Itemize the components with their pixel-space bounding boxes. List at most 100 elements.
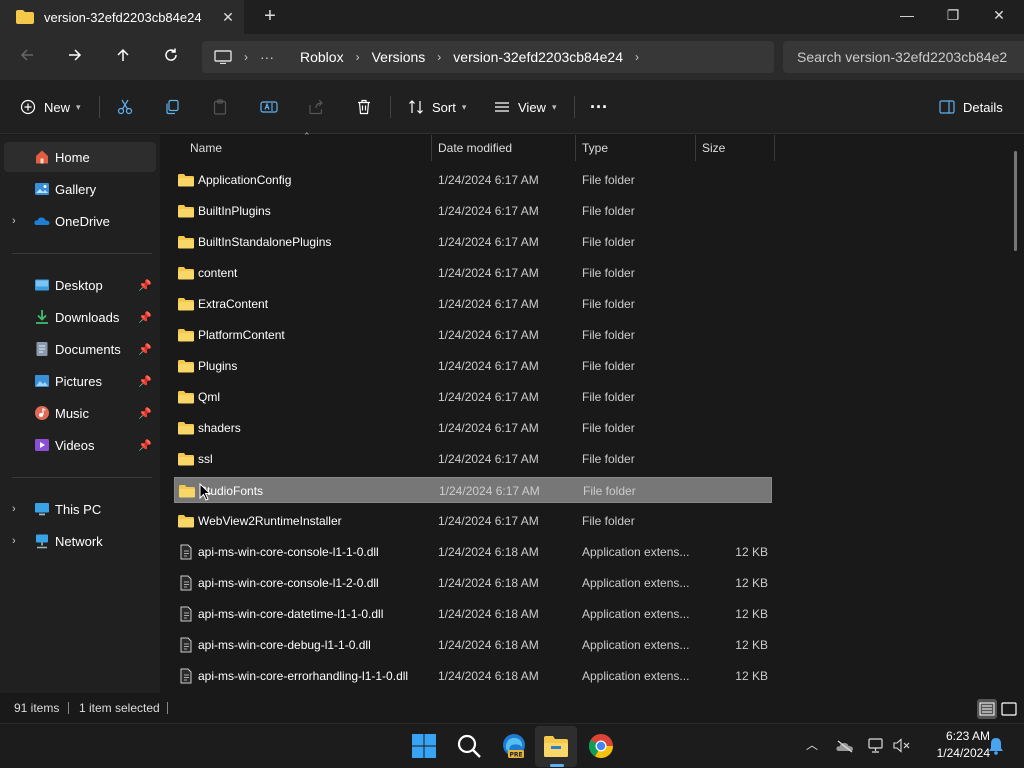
file-row[interactable]: BuiltInStandalonePlugins 1/24/2024 6:17 A… (174, 229, 772, 255)
navigation-bar: › ··· Roblox › Versions › version-32efd2… (0, 34, 1024, 80)
title-bar: version-32efd2203cb84e24 ✕ + — ❐ ✕ (0, 0, 1024, 34)
file-row[interactable]: BuiltInPlugins 1/24/2024 6:17 AM File fold… (174, 198, 772, 224)
file-row[interactable]: shaders 1/24/2024 6:17 AM File folder (174, 415, 772, 441)
tab-close-button[interactable]: ✕ (212, 9, 244, 26)
file-size (698, 322, 768, 348)
sort-button[interactable]: Sort ▾ (408, 94, 466, 120)
chevron-right-icon[interactable]: › (437, 50, 441, 64)
sort-label: Sort (432, 99, 456, 115)
sidebar-item-desktop[interactable]: Desktop 📌 (4, 270, 156, 300)
details-pane-button[interactable]: Details (939, 94, 1003, 120)
chevron-right-icon[interactable]: › (12, 503, 16, 515)
plus-circle-icon (20, 99, 36, 115)
back-button[interactable] (13, 43, 41, 71)
search-box[interactable]: Search version-32efd2203cb84e2 (783, 41, 1024, 73)
sidebar-item-downloads[interactable]: Downloads 📌 (4, 302, 156, 332)
chrome-icon[interactable] (587, 732, 615, 760)
column-header-date[interactable]: Date modified (438, 135, 512, 161)
sidebar-item-home[interactable]: Home (4, 142, 156, 172)
sidebar-item-network[interactable]: › Network (4, 526, 156, 556)
home-icon (36, 150, 48, 164)
volume-muted-icon[interactable] (893, 738, 910, 753)
column-divider[interactable] (695, 135, 696, 161)
column-header-name[interactable]: Name (190, 135, 222, 161)
view-button[interactable]: View ▾ (494, 94, 556, 120)
breadcrumb-roblox[interactable]: Roblox (300, 49, 344, 65)
dll-file-icon (180, 637, 192, 653)
column-divider[interactable] (774, 135, 775, 161)
file-row[interactable]: api-ms-win-core-datetime-l1-1-0.dll 1/24/… (174, 601, 772, 627)
chevron-right-icon[interactable]: › (635, 50, 639, 64)
file-row[interactable]: Qml 1/24/2024 6:17 AM File folder (174, 384, 772, 410)
chevron-right-icon[interactable]: › (12, 535, 16, 547)
paste-button[interactable] (212, 94, 228, 120)
chevron-right-icon[interactable]: › (356, 50, 360, 64)
copy-button[interactable] (164, 94, 180, 120)
column-divider[interactable] (431, 135, 432, 161)
up-button[interactable] (109, 43, 137, 71)
file-size (698, 198, 768, 224)
file-type: Application extens... (582, 669, 690, 683)
chevron-up-icon[interactable]: ︿ (806, 736, 818, 753)
more-options-button[interactable]: ··· (590, 94, 608, 120)
system-clock[interactable]: 6:23 AM 1/24/2024 (918, 728, 990, 762)
breadcrumb-version-folder[interactable]: version-32efd2203cb84e24 (453, 49, 623, 65)
file-row[interactable]: api-ms-win-core-console-l1-2-0.dll 1/24/2… (174, 570, 772, 596)
refresh-button[interactable] (157, 43, 185, 71)
delete-button[interactable] (356, 94, 372, 120)
dll-file-icon (180, 606, 192, 622)
share-button[interactable] (308, 94, 324, 120)
view-label: View (518, 99, 546, 115)
file-explorer-icon[interactable] (542, 732, 570, 760)
file-row[interactable]: Plugins 1/24/2024 6:17 AM File folder (174, 353, 772, 379)
details-view-button[interactable] (977, 699, 997, 719)
sidebar-item-documents[interactable]: Documents 📌 (4, 334, 156, 364)
breadcrumb-versions[interactable]: Versions (372, 49, 426, 65)
chevron-right-icon[interactable]: › (12, 215, 16, 227)
sidebar-item-this-pc[interactable]: › This PC (4, 494, 156, 524)
address-overflow[interactable]: ··· (260, 49, 274, 65)
file-date: 1/24/2024 6:17 AM (438, 266, 539, 280)
close-window-button[interactable]: ✕ (976, 0, 1022, 30)
forward-button[interactable] (61, 43, 89, 71)
file-row[interactable]: api-ms-win-core-console-l1-1-0.dll 1/24/2… (174, 539, 772, 565)
file-type: File folder (582, 514, 635, 528)
onedrive-cloud-icon[interactable] (836, 739, 854, 753)
file-row[interactable]: ssl 1/24/2024 6:17 AM File folder (174, 446, 772, 472)
file-row[interactable]: PlatformContent 1/24/2024 6:17 AM File fol… (174, 322, 772, 348)
large-icons-view-button[interactable] (999, 699, 1019, 719)
address-bar[interactable]: › ··· Roblox › Versions › version-32efd2… (202, 41, 774, 73)
explorer-tab[interactable]: version-32efd2203cb84e24 ✕ (0, 0, 244, 34)
file-row[interactable]: WebView2RuntimeInstaller 1/24/2024 6:17 A… (174, 508, 772, 534)
column-divider[interactable] (575, 135, 576, 161)
edge-beta-icon[interactable]: PRE (500, 732, 528, 760)
network-status-icon[interactable] (868, 738, 885, 753)
sidebar-item-onedrive[interactable]: › OneDrive (4, 206, 156, 236)
maximize-button[interactable]: ❐ (930, 0, 976, 30)
file-type: Application extens... (582, 607, 690, 621)
file-row[interactable]: ExtraContent 1/24/2024 6:17 AM File folder (174, 291, 772, 317)
sidebar-item-videos[interactable]: Videos 📌 (4, 430, 156, 460)
sidebar-item-music[interactable]: Music 📌 (4, 398, 156, 428)
file-row[interactable]: api-ms-win-core-errorhandling-l1-1-0.dll… (174, 663, 772, 689)
column-header-size[interactable]: Size (702, 135, 725, 161)
rename-button[interactable] (260, 94, 278, 120)
file-row[interactable]: ApplicationConfig 1/24/2024 6:17 AM File f… (174, 167, 772, 193)
windows-start-icon[interactable] (410, 732, 438, 760)
column-header-type[interactable]: Type (582, 135, 608, 161)
file-row[interactable]: StudioFonts 1/24/2024 6:17 AM File folder (174, 477, 772, 503)
sidebar-item-gallery[interactable]: Gallery (4, 174, 156, 204)
vertical-scrollbar[interactable] (1014, 151, 1017, 251)
file-date: 1/24/2024 6:17 AM (438, 328, 539, 342)
new-button[interactable]: New ▾ (20, 94, 81, 120)
file-name: PlatformContent (198, 328, 285, 342)
clipboard-icon (213, 99, 227, 115)
minimize-button[interactable]: — (884, 0, 930, 30)
search-icon[interactable] (455, 732, 483, 760)
file-row[interactable]: api-ms-win-core-debug-l1-1-0.dll 1/24/202… (174, 632, 772, 658)
file-row[interactable]: content 1/24/2024 6:17 AM File folder (174, 260, 772, 286)
cut-button[interactable] (117, 94, 133, 120)
new-tab-button[interactable]: + (256, 4, 284, 30)
sidebar-item-pictures[interactable]: Pictures 📌 (4, 366, 156, 396)
notification-bell-icon[interactable] (988, 737, 1004, 755)
